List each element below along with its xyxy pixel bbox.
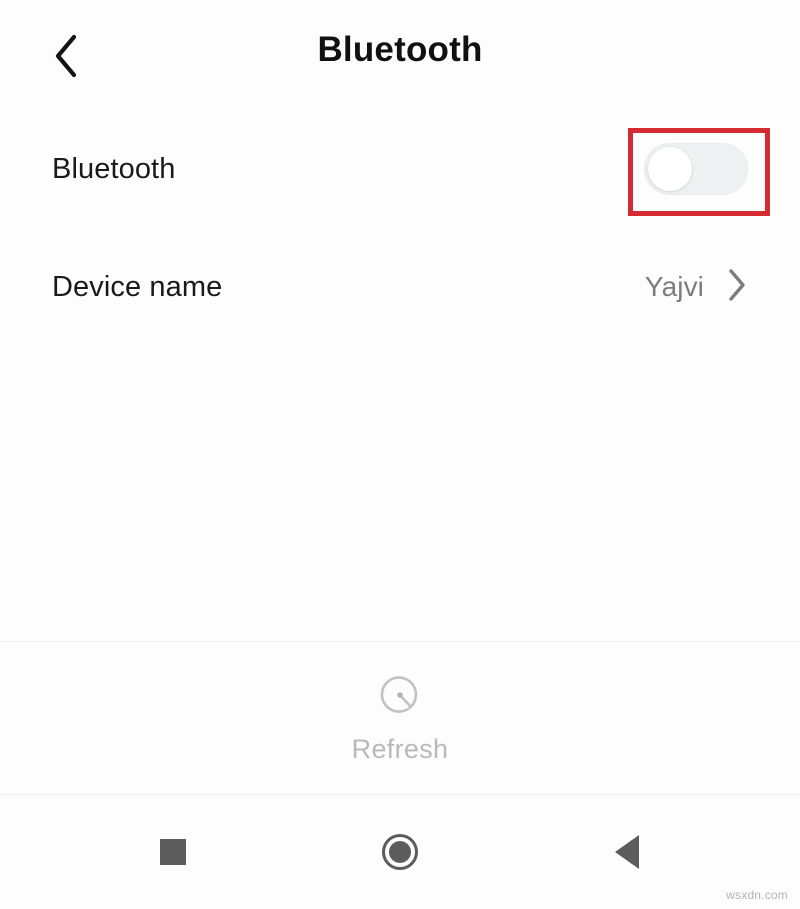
bluetooth-toggle[interactable] [644,143,748,195]
settings-list: Bluetooth Device name Yajvi [0,110,800,346]
toggle-knob [648,147,692,191]
app-header: Bluetooth [0,0,800,110]
row-bluetooth[interactable]: Bluetooth [0,110,800,228]
bluetooth-toggle-wrapper [644,143,748,195]
empty-device-list-area [0,346,800,641]
nav-back-button[interactable] [582,817,672,887]
circle-icon [381,834,418,870]
device-name-value: Yajvi [644,271,704,302]
triangle-left-icon [614,835,639,869]
refresh-scan-icon [376,671,424,724]
nav-home-button[interactable] [355,817,445,887]
page-title: Bluetooth [317,30,483,69]
watermark: wsxdn.com [726,888,788,902]
square-icon [160,839,187,865]
row-device-name-label: Device name [52,270,223,303]
nav-recents-button[interactable] [128,817,218,887]
android-navigation-bar [0,795,800,909]
bluetooth-settings-screen: Bluetooth Bluetooth Device name Yajvi Re… [0,0,800,909]
row-device-name-control: Yajvi [645,268,748,307]
row-device-name[interactable]: Device name Yajvi [0,228,800,346]
row-bluetooth-control [644,143,748,195]
refresh-button[interactable]: Refresh [0,642,800,794]
chevron-right-icon [726,268,748,307]
refresh-label: Refresh [351,734,449,764]
row-bluetooth-label: Bluetooth [52,152,176,185]
